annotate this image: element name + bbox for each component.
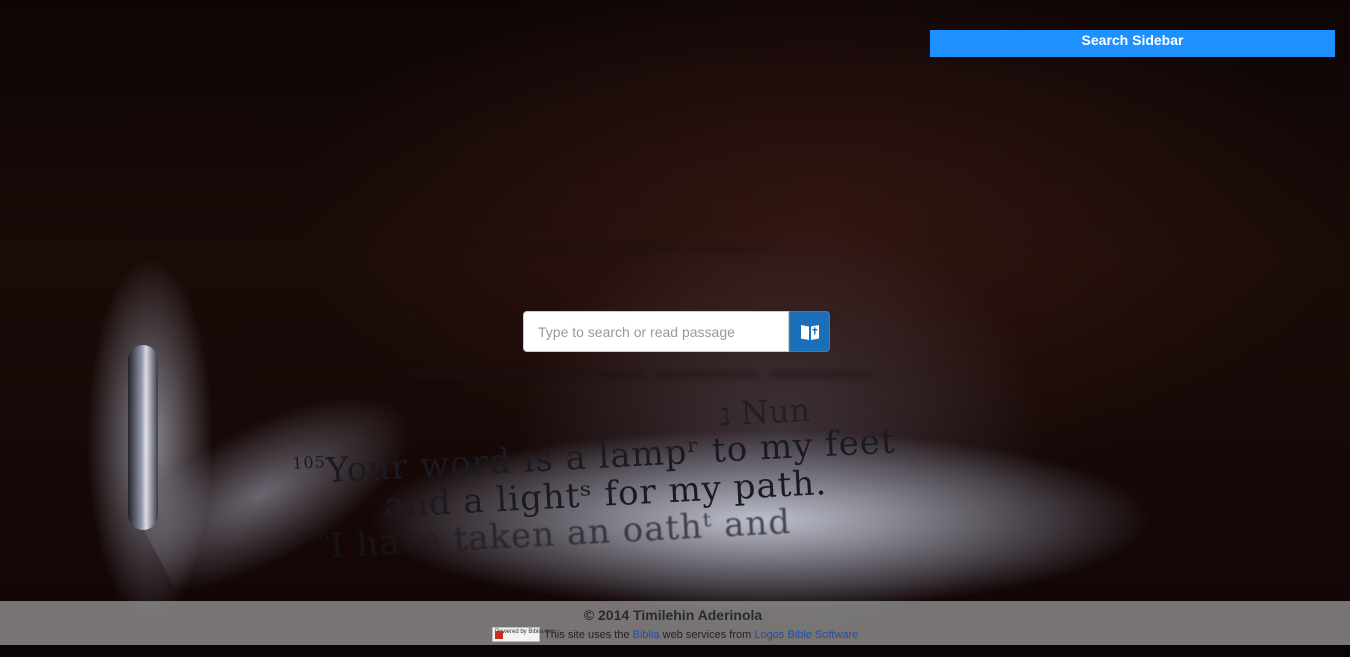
attribution-middle: web services from: [662, 628, 752, 641]
footer: © 2014 Timilehin Aderinola Powered by Bi…: [0, 601, 1350, 645]
attribution: Powered by Biblia.com This site uses the…: [492, 627, 858, 642]
search-submit-button[interactable]: [789, 311, 830, 352]
logos-link[interactable]: Logos Bible Software: [754, 629, 858, 641]
search-sidebar-button[interactable]: Search Sidebar: [930, 30, 1335, 57]
attribution-prefix: This site uses the: [544, 628, 630, 641]
search-input[interactable]: [523, 311, 789, 352]
flashlight: [128, 345, 158, 530]
biblia-link[interactable]: Biblia: [633, 629, 660, 641]
blurred-page-text: ━━━ ━━━━━ ━━━ ━━━━: [430, 230, 770, 270]
verse-number: 106: [295, 527, 331, 548]
open-book-icon: [800, 324, 819, 340]
biblia-logo[interactable]: Powered by Biblia.com: [492, 627, 556, 642]
biblia-logo-icon: [495, 631, 503, 639]
copyright-text: © 2014 Timilehin Aderinola: [583, 607, 763, 623]
verse-number: 105: [291, 452, 327, 474]
